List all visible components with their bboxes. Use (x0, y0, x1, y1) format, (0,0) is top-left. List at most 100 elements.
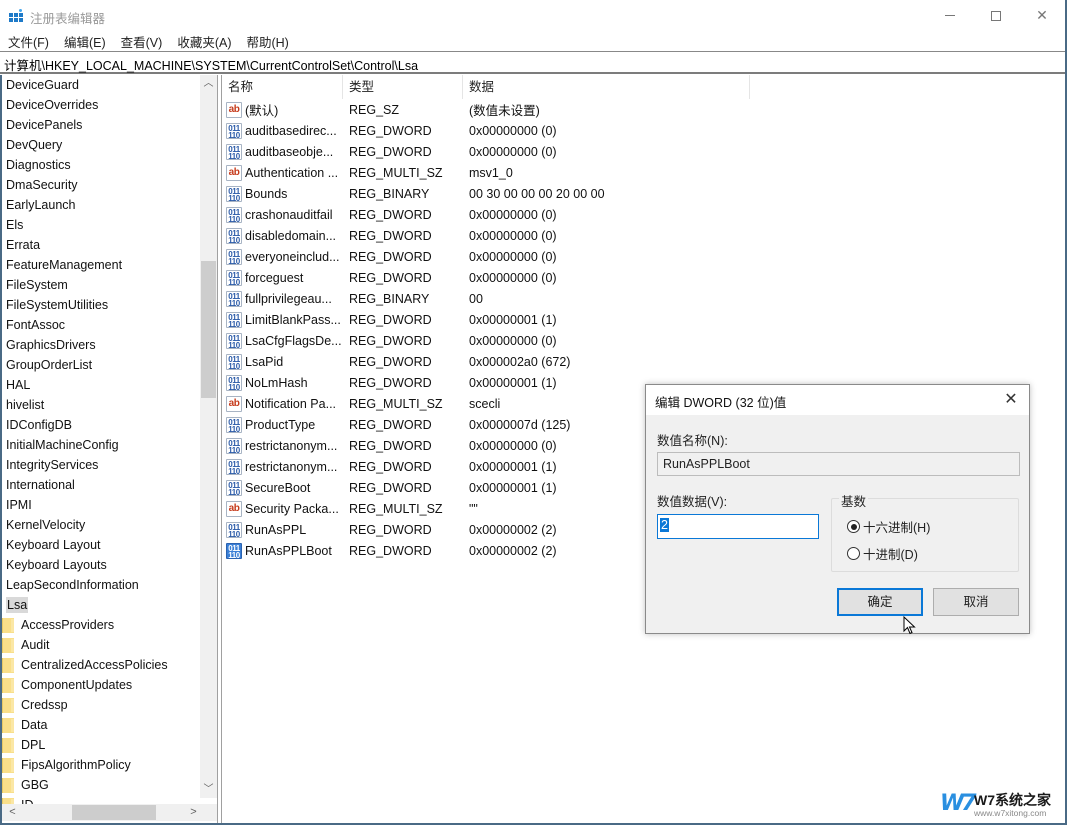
tree-item[interactable]: DevicePanels (2, 115, 198, 135)
tree-vertical-scrollbar[interactable]: ︿ ﹀ (200, 75, 217, 798)
tree-item[interactable]: FeatureManagement (2, 255, 198, 275)
tree-item[interactable]: FontAssoc (2, 315, 198, 335)
tree-item-label: FontAssoc (6, 318, 66, 332)
tree-item[interactable]: KernelVelocity (2, 515, 198, 535)
column-header-name[interactable]: 名称 (222, 75, 343, 99)
binary-value-icon: 011 110 (226, 143, 242, 160)
tree-child-item[interactable]: Credssp (2, 695, 198, 715)
tree-item[interactable]: GroupOrderList (2, 355, 198, 375)
tree-item[interactable]: EarlyLaunch (2, 195, 198, 215)
menu-edit[interactable]: 编辑(E) (56, 32, 113, 51)
tree-item[interactable]: FileSystemUtilities (2, 295, 198, 315)
tree-item[interactable]: HAL (2, 375, 198, 395)
value-name: NoLmHash (245, 375, 308, 390)
tree-item[interactable]: DeviceGuard (2, 75, 198, 95)
tree-item[interactable]: FileSystem (2, 275, 198, 295)
scroll-left-icon[interactable]: < (4, 804, 21, 821)
minimize-button[interactable] (927, 0, 973, 31)
value-data-input[interactable]: 2 (657, 514, 819, 539)
folder-icon (2, 617, 14, 633)
binary-value-icon: 011 110 (226, 122, 242, 139)
radio-hexadecimal[interactable]: 十六进制(H) (847, 517, 930, 536)
address-bar[interactable]: 计算机\HKEY_LOCAL_MACHINE\SYSTEM\CurrentCon… (0, 51, 1065, 74)
value-row[interactable]: 011 110 LsaCfgFlagsDe... REG_DWORD 0x0000000… (222, 330, 1065, 351)
value-name: fullprivilegeau... (245, 291, 332, 306)
menu-view[interactable]: 查看(V) (113, 32, 170, 51)
value-name: (默认) (245, 104, 279, 118)
tree-item[interactable]: DeviceOverrides (2, 95, 198, 115)
tree-item[interactable]: Keyboard Layouts (2, 555, 198, 575)
tree-vertical-scroll-thumb[interactable] (201, 261, 216, 398)
close-button[interactable]: ✕ (1019, 0, 1065, 31)
tree-item[interactable]: InitialMachineConfig (2, 435, 198, 455)
tree-item[interactable]: Els (2, 215, 198, 235)
tree-child-item[interactable]: FipsAlgorithmPolicy (2, 755, 198, 775)
menu-help[interactable]: 帮助(H) (238, 32, 295, 51)
tree-child-item[interactable]: DPL (2, 735, 198, 755)
column-header-type[interactable]: 类型 (343, 75, 463, 99)
ok-button[interactable]: 确定 (837, 588, 923, 616)
binary-value-icon: 011 110 (226, 374, 242, 391)
value-row[interactable]: 011 110 everyoneinclud... REG_DWORD 0x000000… (222, 246, 1065, 267)
value-type: REG_MULTI_SZ (349, 501, 443, 516)
radio-decimal[interactable]: 十进制(D) (847, 544, 918, 563)
tree-item-label: GBG (21, 778, 49, 792)
value-row[interactable]: 011 110 disabledomain... REG_DWORD 0x0000000… (222, 225, 1065, 246)
binary-value-icon: 011 110 (226, 269, 242, 286)
tree-item-label: GraphicsDrivers (6, 338, 96, 352)
value-type: REG_DWORD (349, 312, 432, 327)
binary-value-icon: 011 110 (226, 290, 242, 307)
tree-child-item[interactable]: ComponentUpdates (2, 675, 198, 695)
dialog-close-button[interactable]: ✕ (1001, 390, 1021, 410)
tree-item[interactable]: IDConfigDB (2, 415, 198, 435)
tree-child-item[interactable]: CentralizedAccessPolicies (2, 655, 198, 675)
value-row[interactable]: 011 110 Bounds REG_BINARY 00 30 00 00 00 20 … (222, 183, 1065, 204)
tree-child-item[interactable]: Audit (2, 635, 198, 655)
scroll-down-icon[interactable]: ﹀ (200, 781, 217, 798)
menu-favorites[interactable]: 收藏夹(A) (169, 32, 238, 51)
value-row[interactable]: ab (默认) REG_SZ (数值未设置) (222, 99, 1065, 120)
radio-selected-icon[interactable] (847, 520, 860, 533)
value-row[interactable]: 011 110 fullprivilegeau... REG_BINARY 00 (222, 288, 1065, 309)
tree-item[interactable]: IntegrityServices (2, 455, 198, 475)
tree-item[interactable]: International (2, 475, 198, 495)
maximize-button[interactable] (973, 0, 1019, 31)
tree-child-item[interactable]: AccessProviders (2, 615, 198, 635)
folder-icon (2, 737, 14, 753)
tree-item-selected[interactable]: Lsa (2, 595, 198, 615)
tree-child-item[interactable]: GBG (2, 775, 198, 795)
value-row[interactable]: 011 110 LimitBlankPass... REG_DWORD 0x000000… (222, 309, 1065, 330)
value-row[interactable]: 011 110 forceguest REG_DWORD 0x00000000 (0) (222, 267, 1065, 288)
tree-item[interactable]: Diagnostics (2, 155, 198, 175)
tree-item[interactable]: GraphicsDrivers (2, 335, 198, 355)
value-name-cell: 011 110 NoLmHash (222, 374, 343, 391)
value-row[interactable]: 011 110 auditbaseobje... REG_DWORD 0x0000000… (222, 141, 1065, 162)
tree-item[interactable]: LeapSecondInformation (2, 575, 198, 595)
tree-horizontal-scroll-thumb[interactable] (72, 805, 156, 820)
tree-item[interactable]: IPMI (2, 495, 198, 515)
column-header-data[interactable]: 数据 (463, 75, 750, 99)
value-row[interactable]: 011 110 auditbasedirec... REG_DWORD 0x000000… (222, 120, 1065, 141)
radio-unselected-icon[interactable] (847, 547, 860, 560)
tree-item[interactable]: DevQuery (2, 135, 198, 155)
value-row[interactable]: 011 110 crashonauditfail REG_DWORD 0x0000000… (222, 204, 1065, 225)
scroll-up-icon[interactable]: ︿ (200, 75, 217, 92)
value-name: Bounds (245, 186, 288, 201)
tree-item-label: GroupOrderList (6, 358, 93, 372)
tree-item-label: Diagnostics (6, 158, 71, 172)
cancel-button[interactable]: 取消 (933, 588, 1019, 616)
tree-item[interactable]: Errata (2, 235, 198, 255)
folder-icon (2, 677, 14, 693)
tree-child-item[interactable]: Data (2, 715, 198, 735)
scroll-right-icon[interactable]: > (185, 804, 202, 821)
minimize-icon (945, 15, 955, 16)
value-row[interactable]: ab Authentication ... REG_MULTI_SZ msv1_0 (222, 162, 1065, 183)
value-type: REG_DWORD (349, 417, 432, 432)
tree-item[interactable]: Keyboard Layout (2, 535, 198, 555)
value-row[interactable]: 011 110 LsaPid REG_DWORD 0x000002a0 (672) (222, 351, 1065, 372)
tree-item[interactable]: DmaSecurity (2, 175, 198, 195)
tree-horizontal-scrollbar[interactable]: < > (2, 804, 217, 821)
menu-file[interactable]: 文件(F) (0, 32, 56, 51)
tree-item-label: Errata (6, 238, 41, 252)
tree-item[interactable]: hivelist (2, 395, 198, 415)
